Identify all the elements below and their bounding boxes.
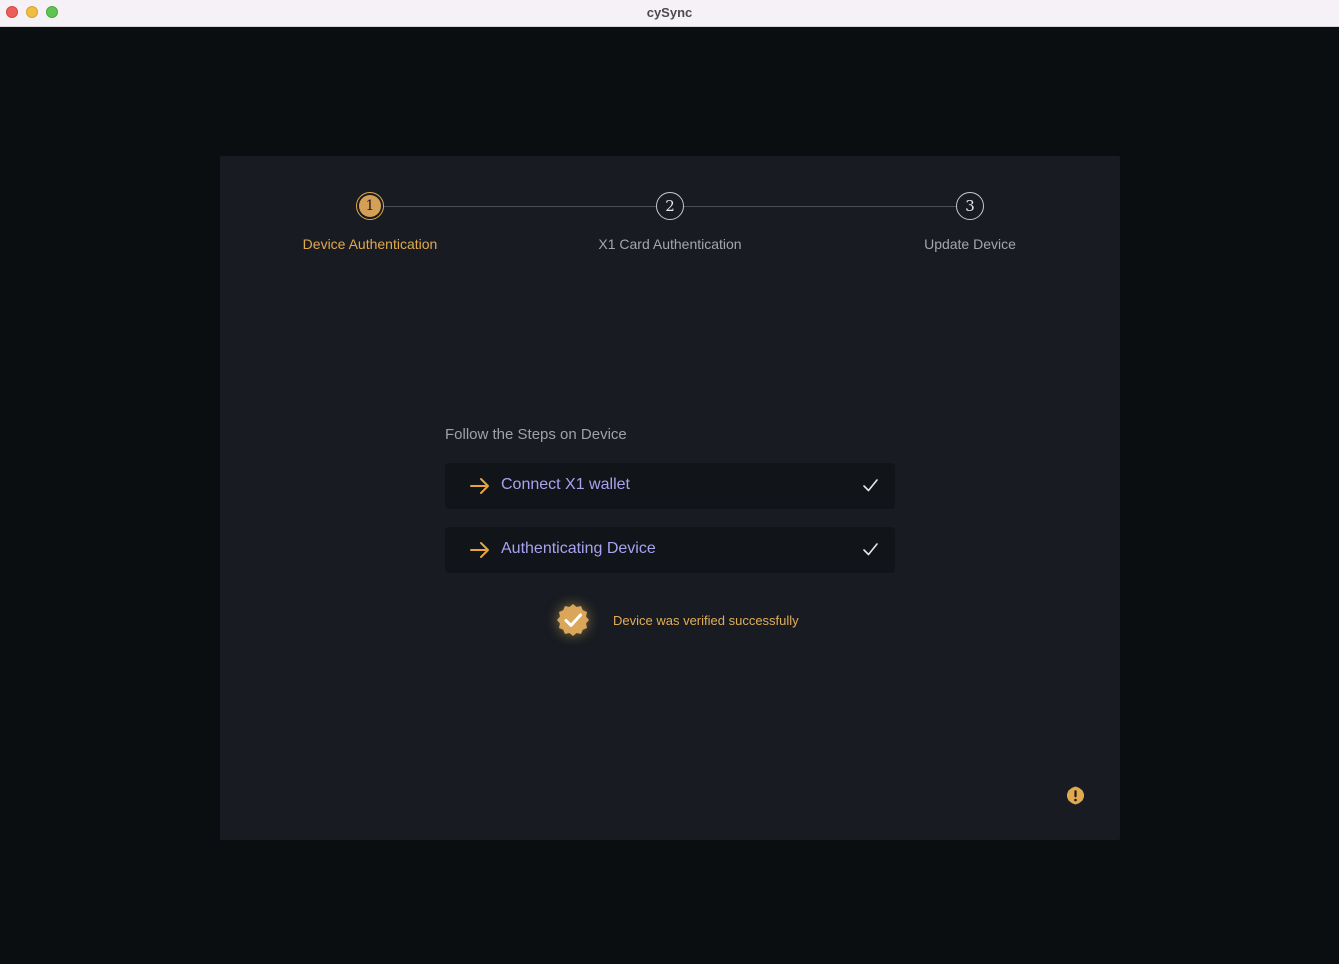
success-text: Device was verified successfully (613, 613, 799, 628)
arrow-right-icon (470, 478, 489, 494)
step-1-indicator: 1 (356, 192, 384, 220)
checkmark-icon (863, 543, 878, 556)
stepper-connector (384, 206, 656, 207)
verified-badge-icon (557, 604, 589, 636)
action-row-authenticating-device: Authenticating Device (445, 527, 895, 573)
step-1-label: Device Authentication (302, 236, 438, 252)
step-3-label: Update Device (924, 236, 1016, 252)
arrow-right-icon (470, 542, 489, 558)
checkmark-icon (863, 479, 878, 492)
step-1-number: 1 (359, 195, 381, 217)
title-bar: cySync (0, 0, 1339, 27)
stepper-connector (684, 206, 956, 207)
step-2-label: X1 Card Authentication (598, 236, 742, 252)
action-row-connect-wallet: Connect X1 wallet (445, 463, 895, 509)
alert-icon[interactable] (1066, 786, 1085, 805)
action-label: Authenticating Device (501, 540, 656, 557)
step-2-indicator: 2 (656, 192, 684, 220)
step-3-indicator: 3 (956, 192, 984, 220)
main-panel: 1 2 3 Device Authentication X1 Card Auth… (220, 156, 1120, 840)
window-title: cySync (646, 5, 693, 20)
action-label: Connect X1 wallet (501, 476, 630, 493)
steps-heading: Follow the Steps on Device (445, 426, 627, 443)
